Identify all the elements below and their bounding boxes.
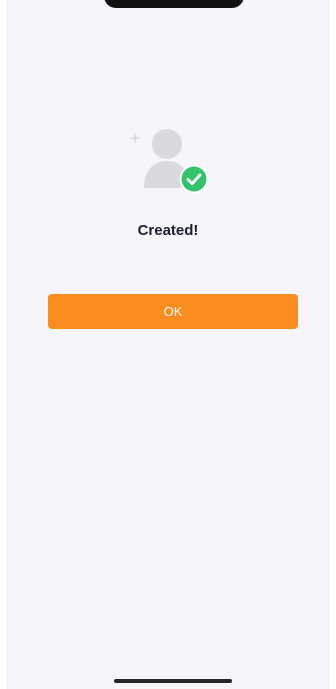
sparkle-icon: [129, 132, 141, 144]
success-title: Created!: [137, 222, 199, 239]
home-indicator: [114, 679, 232, 683]
ok-button[interactable]: OK: [48, 294, 298, 329]
created-illustration: [124, 124, 224, 194]
device-notch: [104, 0, 244, 8]
check-circle-icon: [179, 164, 209, 194]
ok-button-label: OK: [163, 304, 183, 319]
success-screen: Created! OK: [6, 0, 330, 689]
